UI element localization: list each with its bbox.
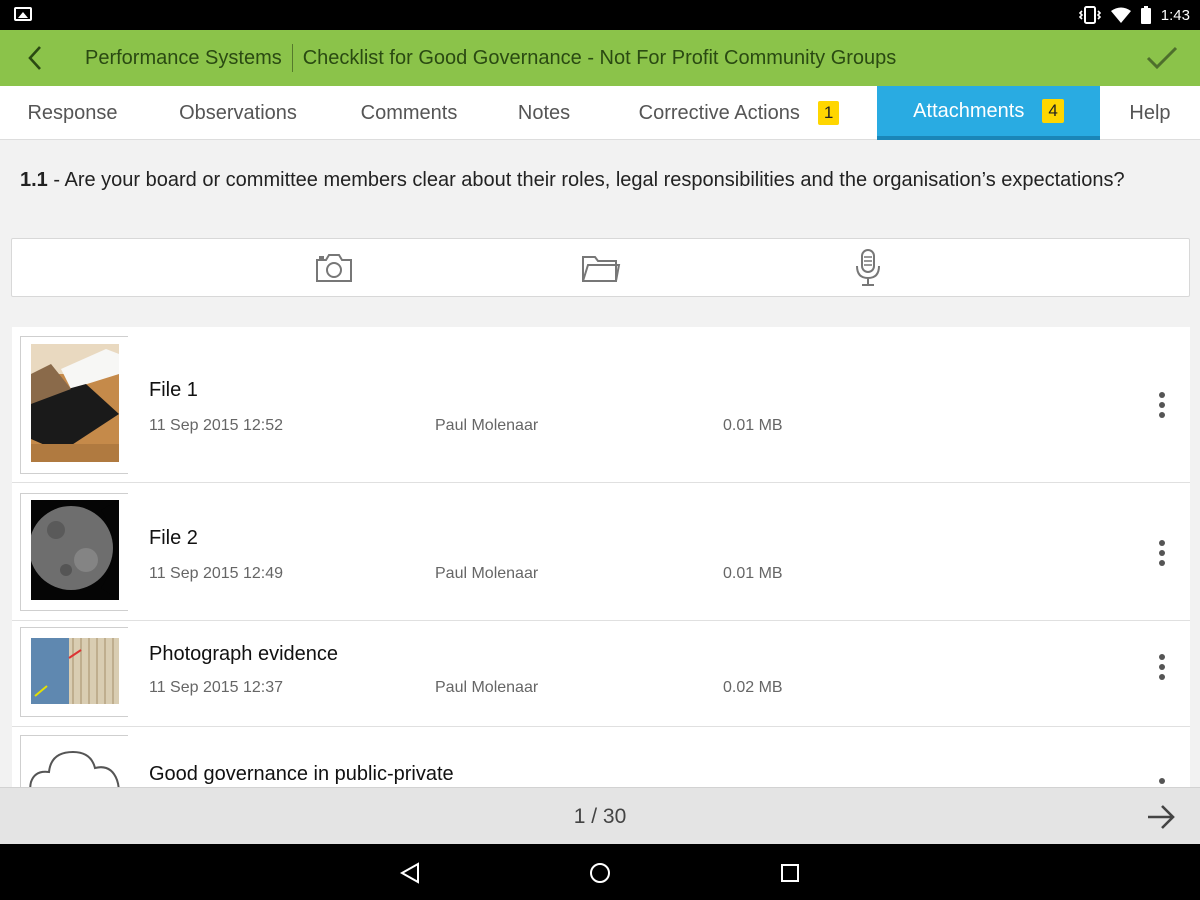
moon-photo-thumbnail: [31, 500, 119, 600]
status-right: 1:43: [1078, 0, 1190, 30]
check-icon: [1146, 46, 1178, 70]
attachment-author: Paul Molenaar: [435, 679, 539, 696]
back-triangle-icon: [399, 862, 419, 884]
laptop-photo-thumbnail: [31, 344, 119, 462]
microphone-icon: [856, 249, 880, 286]
attachment-thumbnail: [20, 336, 128, 474]
chevron-left-icon: [28, 46, 41, 70]
attachment-name: Photograph evidence: [149, 643, 339, 665]
tab-observations[interactable]: Observations: [145, 86, 331, 140]
cloud-icon: [29, 750, 120, 787]
attachment-name: File 1: [149, 379, 198, 401]
home-circle-icon: [590, 863, 610, 883]
tab-label: Notes: [517, 101, 571, 124]
attachment-thumbnail: [20, 493, 128, 611]
attachment-author: Paul Molenaar: [435, 417, 539, 434]
checklist-title: Checklist for Good Governance - Not For …: [302, 46, 897, 69]
app-bar: Performance Systems Checklist for Good G…: [0, 30, 1200, 86]
more-options-icon[interactable]: [1148, 385, 1176, 425]
attachment-size: 0.01 MB: [723, 565, 783, 582]
attachment-thumbnail: [20, 627, 128, 717]
attachment-author: Paul Molenaar: [435, 565, 539, 582]
pager-bar: 1 / 30: [0, 787, 1200, 844]
list-item[interactable]: File 1 11 Sep 2015 12:52 Paul Molenaar 0…: [12, 327, 1190, 483]
tab-label: Help: [1129, 101, 1171, 124]
list-item[interactable]: File 2 11 Sep 2015 12:49 Paul Molenaar 0…: [12, 483, 1190, 621]
wifi-icon: [1110, 7, 1131, 23]
microphone-button[interactable]: [846, 247, 890, 289]
battery-icon: [1140, 6, 1151, 24]
recents-square-icon: [781, 864, 799, 882]
folder-icon: [582, 256, 621, 282]
tab-comments[interactable]: Comments: [331, 86, 487, 140]
question-separator: -: [47, 169, 65, 191]
attachment-date: 11 Sep 2015 12:52: [149, 417, 284, 434]
list-item[interactable]: Photograph evidence 11 Sep 2015 12:37 Pa…: [12, 621, 1190, 727]
attachment-list: File 1 11 Sep 2015 12:52 Paul Molenaar 0…: [12, 327, 1190, 787]
more-options-icon[interactable]: [1148, 771, 1176, 787]
tab-corrective-actions[interactable]: Corrective Actions 1: [601, 86, 877, 140]
list-item[interactable]: Good governance in public-private: [12, 727, 1190, 787]
attachment-name: Good governance in public-private: [149, 763, 454, 785]
question-text-block: 1.1 - Are your board or committee member…: [20, 166, 1180, 194]
arrow-right-icon: [1148, 805, 1175, 829]
tab-label: Observations: [179, 101, 297, 124]
nav-back-button[interactable]: [395, 858, 425, 888]
tab-attachments[interactable]: Attachments 4: [877, 86, 1100, 140]
question-text: Are your board or committee members clea…: [64, 169, 1125, 191]
attachment-thumbnail: [20, 735, 128, 787]
tab-label: Corrective Actions: [638, 101, 800, 124]
nav-home-button[interactable]: [585, 858, 615, 888]
nav-recents-button[interactable]: [775, 858, 805, 888]
more-options-icon[interactable]: [1148, 647, 1176, 687]
more-options-icon[interactable]: [1148, 533, 1176, 573]
attachment-size: 0.02 MB: [723, 679, 783, 696]
corrective-actions-badge: 1: [817, 101, 840, 125]
attachment-size: 0.01 MB: [723, 417, 783, 434]
camera-icon: [316, 254, 352, 282]
app-name: Performance Systems: [85, 46, 282, 69]
attachment-name: File 2: [149, 527, 198, 549]
gallery-notification-icon: [14, 7, 32, 21]
tab-label: Response: [27, 101, 118, 124]
tab-label: Attachments: [913, 99, 1025, 122]
tab-label: Comments: [360, 101, 458, 124]
attachment-date: 11 Sep 2015 12:49: [149, 565, 284, 582]
next-button[interactable]: [1144, 801, 1178, 833]
page-indicator: 1 / 30: [573, 805, 627, 828]
confirm-button[interactable]: [1142, 40, 1182, 76]
tab-bar: Response Observations Comments Notes Cor…: [0, 86, 1200, 140]
status-time: 1:43: [1160, 6, 1190, 24]
title-divider: [291, 44, 293, 72]
tab-notes[interactable]: Notes: [487, 86, 601, 140]
back-button[interactable]: [0, 30, 70, 86]
attachments-badge: 4: [1042, 99, 1064, 123]
attachment-toolbar: [11, 238, 1190, 297]
question-number: 1.1: [20, 169, 48, 191]
status-bar: 1:43: [0, 0, 1200, 30]
tab-help[interactable]: Help: [1100, 86, 1200, 140]
camera-button[interactable]: [312, 247, 356, 289]
attachment-date: 11 Sep 2015 12:37: [149, 679, 284, 696]
folder-button[interactable]: [579, 247, 623, 289]
system-nav-bar: [0, 844, 1200, 900]
tab-response[interactable]: Response: [0, 86, 145, 140]
vibrate-icon: [1078, 6, 1101, 24]
evidence-photo-thumbnail: [31, 638, 119, 704]
